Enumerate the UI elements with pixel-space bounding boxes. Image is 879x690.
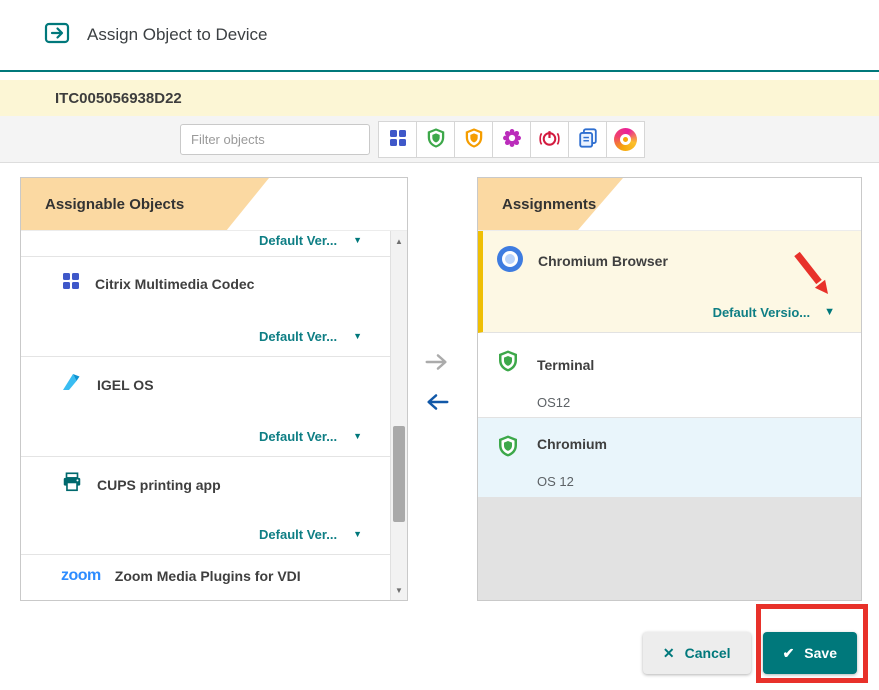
device-id: ITC005056938D22 bbox=[55, 90, 182, 107]
version-dropdown[interactable]: Default Ver... ▼ bbox=[259, 233, 362, 248]
chevron-down-icon: ▼ bbox=[353, 332, 362, 341]
priority-profiles-filter-button[interactable] bbox=[454, 121, 493, 158]
version-dropdown[interactable]: Default Ver... ▼ bbox=[259, 527, 362, 542]
assign-object-dialog: Assign Object to Device ITC005056938D22 bbox=[0, 0, 879, 690]
assignments-list: Chromium Browser Default Versio... ▼ Ter… bbox=[478, 231, 861, 600]
scrollbar-thumb[interactable] bbox=[393, 426, 405, 522]
version-dropdown[interactable]: Default Versio... ▼ bbox=[713, 305, 835, 320]
assignable-objects-panel: Assignable Objects Default Ver... ▼ bbox=[20, 177, 408, 601]
list-item-label: CUPS printing app bbox=[97, 477, 221, 493]
assignments-header: Assignments bbox=[478, 178, 861, 231]
chevron-down-icon: ▼ bbox=[353, 432, 362, 441]
object-type-filters bbox=[379, 121, 645, 158]
assignment-item-label: Chromium bbox=[537, 436, 607, 452]
list-item-citrix-multimedia-codec[interactable]: Citrix Multimedia Codec Default Ver... ▼ bbox=[21, 257, 390, 357]
assignments-title: Assignments bbox=[502, 178, 596, 231]
red-power-icon bbox=[538, 127, 561, 152]
filter-objects-input[interactable] bbox=[180, 124, 370, 155]
firmware-colorful-icon bbox=[614, 128, 637, 151]
power-objects-filter-button[interactable] bbox=[530, 121, 569, 158]
assign-object-icon bbox=[44, 21, 72, 50]
arrow-right-icon bbox=[423, 360, 451, 375]
list-item-igel-os[interactable]: IGEL OS Default Ver... ▼ bbox=[21, 357, 390, 457]
list-item-zoom-media-plugins[interactable]: zoom Zoom Media Plugins for VDI bbox=[21, 555, 390, 600]
scroll-up-icon: ▲ bbox=[395, 237, 403, 246]
apps-grid-icon bbox=[388, 128, 408, 151]
orange-shield-icon bbox=[463, 127, 485, 152]
igel-os-icon bbox=[61, 371, 83, 398]
profiles-filter-button[interactable] bbox=[416, 121, 455, 158]
dialog-title: Assign Object to Device bbox=[87, 25, 267, 45]
apps-filter-button[interactable] bbox=[378, 121, 417, 158]
cancel-button[interactable]: ✕ Cancel bbox=[643, 632, 751, 674]
blue-files-icon bbox=[577, 127, 599, 152]
assignment-item-chromium-browser[interactable]: Chromium Browser Default Versio... ▼ bbox=[478, 231, 861, 333]
arrow-left-icon bbox=[423, 400, 451, 415]
purple-badge-icon bbox=[501, 127, 523, 152]
scroll-up-button[interactable]: ▲ bbox=[391, 231, 407, 251]
assignment-item-label: Terminal bbox=[537, 357, 594, 373]
list-item-cups-printing-app[interactable]: CUPS printing app Default Ver... ▼ bbox=[21, 457, 390, 555]
list-item-partial[interactable]: Default Ver... ▼ bbox=[21, 231, 390, 257]
citrix-codec-icon bbox=[61, 271, 81, 296]
cups-printer-icon bbox=[61, 471, 83, 498]
green-shield-icon bbox=[425, 127, 447, 152]
check-icon: ✔ bbox=[783, 646, 795, 660]
files-filter-button[interactable] bbox=[568, 121, 607, 158]
dialog-header: Assign Object to Device bbox=[0, 0, 879, 70]
scroll-down-icon: ▼ bbox=[395, 586, 403, 595]
scroll-down-button[interactable]: ▼ bbox=[391, 580, 407, 600]
chevron-down-icon: ▼ bbox=[353, 236, 362, 245]
header-divider bbox=[0, 70, 879, 72]
assignable-objects-title: Assignable Objects bbox=[45, 178, 184, 231]
app-shield-icon bbox=[496, 349, 520, 378]
filter-toolbar bbox=[0, 116, 879, 163]
assignments-empty-area bbox=[478, 498, 861, 600]
list-item-label: Citrix Multimedia Codec bbox=[95, 276, 254, 292]
list-item-label: IGEL OS bbox=[97, 377, 154, 393]
move-arrows bbox=[423, 352, 451, 412]
assignable-objects-list: Default Ver... ▼ Citrix Multimedia Codec bbox=[21, 231, 407, 600]
assignment-item-terminal[interactable]: Terminal OS12 bbox=[478, 333, 861, 418]
app-shield-icon bbox=[496, 434, 520, 463]
vertical-scrollbar[interactable]: ▲ ▼ bbox=[390, 231, 407, 600]
close-icon: ✕ bbox=[663, 646, 675, 660]
chevron-down-icon: ▼ bbox=[824, 307, 835, 318]
firmware-filter-button[interactable] bbox=[606, 121, 645, 158]
assignment-item-label: Chromium Browser bbox=[538, 253, 668, 269]
master-profiles-filter-button[interactable] bbox=[492, 121, 531, 158]
list-item-label: Zoom Media Plugins for VDI bbox=[115, 568, 301, 584]
unassign-left-arrow-button[interactable] bbox=[423, 392, 451, 412]
assignment-item-os: OS 12 bbox=[537, 474, 574, 489]
assignment-item-os: OS12 bbox=[537, 395, 570, 410]
version-dropdown[interactable]: Default Ver... ▼ bbox=[259, 329, 362, 344]
version-dropdown[interactable]: Default Ver... ▼ bbox=[259, 429, 362, 444]
chromium-browser-icon bbox=[497, 246, 523, 272]
device-row: ITC005056938D22 bbox=[0, 80, 879, 116]
assignment-item-chromium[interactable]: Chromium OS 12 bbox=[478, 418, 861, 498]
chevron-down-icon: ▼ bbox=[353, 530, 362, 539]
save-button[interactable]: ✔ Save bbox=[763, 632, 857, 674]
zoom-logo: zoom bbox=[61, 567, 101, 585]
assignable-objects-header: Assignable Objects bbox=[21, 178, 407, 231]
assignments-panel: Assignments Chromium Browser Default Ver… bbox=[477, 177, 862, 601]
assign-right-arrow-button[interactable] bbox=[423, 352, 451, 372]
dialog-footer: ✕ Cancel ✔ Save bbox=[643, 632, 857, 674]
